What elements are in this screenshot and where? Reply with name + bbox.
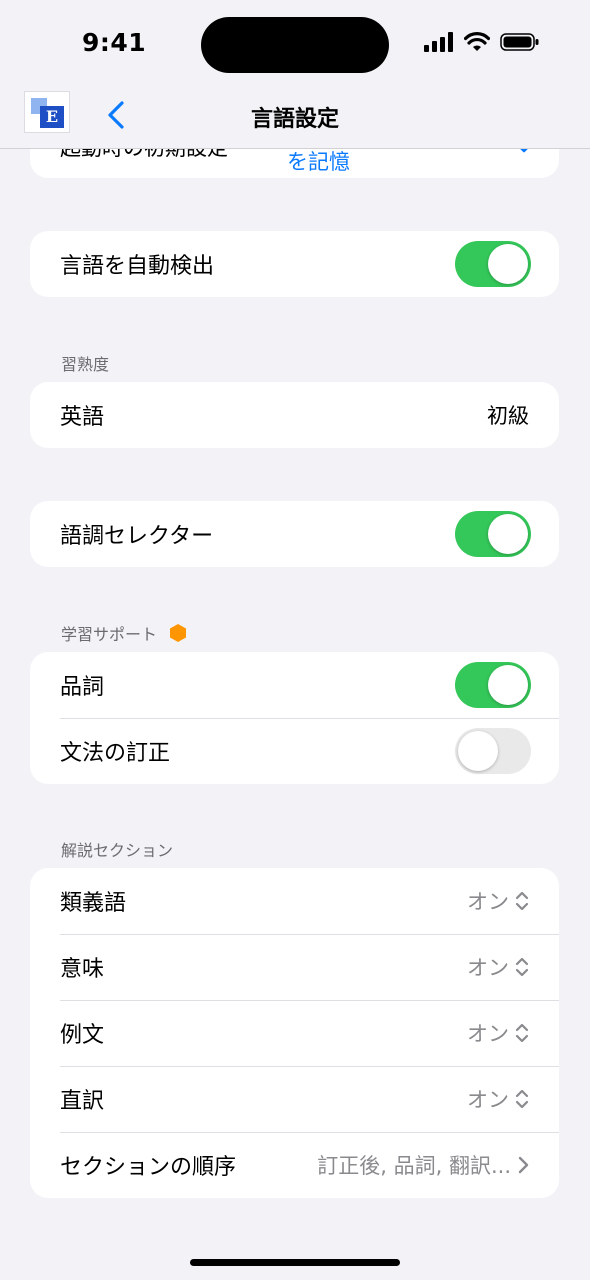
chevron-updown-icon — [515, 1023, 529, 1043]
explanation-group: 類義語 オン 意味 オン 例文 オン 直訳 オン セクションの順序 訂正後, 品… — [30, 868, 559, 1198]
part-of-speech-toggle[interactable] — [455, 662, 531, 708]
status-time: 9:41 — [82, 28, 147, 57]
part-of-speech-label: 品詞 — [60, 675, 105, 700]
meaning-row[interactable]: 意味 オン — [30, 934, 559, 1000]
auto-detect-toggle[interactable] — [455, 241, 531, 287]
synonyms-row[interactable]: 類義語 オン — [30, 868, 559, 934]
examples-label: 例文 — [60, 1023, 105, 1048]
section-order-value: 訂正後, 品詞, 翻訳... — [317, 1150, 529, 1180]
proficiency-group: 英語 初級 — [30, 382, 559, 448]
premium-badge-icon — [170, 624, 187, 642]
proficiency-level-value: 初級 — [487, 404, 529, 428]
status-bar: 9:41 — [0, 0, 590, 90]
chevron-right-icon — [518, 1156, 529, 1174]
literal-translation-label: 直訳 — [60, 1089, 105, 1114]
tone-selector-label: 語調セレクター — [60, 524, 214, 549]
learning-support-group: 品詞 文法の訂正 — [30, 652, 559, 784]
explanation-header: 解説セクション — [61, 841, 174, 860]
meaning-popup[interactable]: オン — [467, 952, 529, 982]
chevron-updown-icon — [515, 957, 529, 977]
chevron-updown-icon — [515, 891, 529, 911]
tone-selector-toggle[interactable] — [455, 511, 531, 557]
startup-setting-value[interactable]: を記憶 — [287, 146, 350, 176]
proficiency-header: 習熟度 — [61, 355, 110, 374]
tone-selector-group: 語調セレクター — [30, 501, 559, 567]
section-order-row[interactable]: セクションの順序 訂正後, 品詞, 翻訳... — [30, 1132, 559, 1198]
auto-detect-label: 言語を自動検出 — [60, 254, 215, 279]
examples-row[interactable]: 例文 オン — [30, 1000, 559, 1066]
meaning-label: 意味 — [60, 957, 105, 982]
grammar-correction-label: 文法の訂正 — [60, 741, 171, 766]
page-title: 言語設定 — [250, 107, 339, 132]
signal-icon — [424, 32, 453, 52]
literal-translation-popup[interactable]: オン — [467, 1084, 529, 1114]
section-order-label: セクションの順序 — [60, 1155, 237, 1180]
literal-translation-row[interactable]: 直訳 オン — [30, 1066, 559, 1132]
chevron-updown-icon — [515, 1089, 529, 1109]
status-icons — [424, 32, 540, 52]
dynamic-island — [201, 17, 389, 73]
battery-icon — [500, 33, 539, 51]
learning-support-header: 学習サポート — [61, 621, 187, 645]
home-indicator — [190, 1259, 400, 1266]
synonyms-label: 類義語 — [60, 891, 127, 916]
navigation-bar: E 言語設定 — [0, 90, 590, 149]
auto-detect-group: 言語を自動検出 — [30, 231, 559, 297]
tone-selector-row: 語調セレクター — [30, 501, 559, 567]
part-of-speech-row: 品詞 — [30, 652, 559, 718]
proficiency-row[interactable]: 英語 初級 — [30, 382, 559, 448]
proficiency-language-label: 英語 — [60, 405, 105, 430]
wifi-icon — [464, 32, 490, 51]
synonyms-popup[interactable]: オン — [467, 886, 529, 916]
grammar-correction-toggle[interactable] — [455, 728, 531, 774]
grammar-correction-row: 文法の訂正 — [30, 718, 559, 784]
examples-popup[interactable]: オン — [467, 1018, 529, 1048]
auto-detect-row: 言語を自動検出 — [30, 231, 559, 297]
